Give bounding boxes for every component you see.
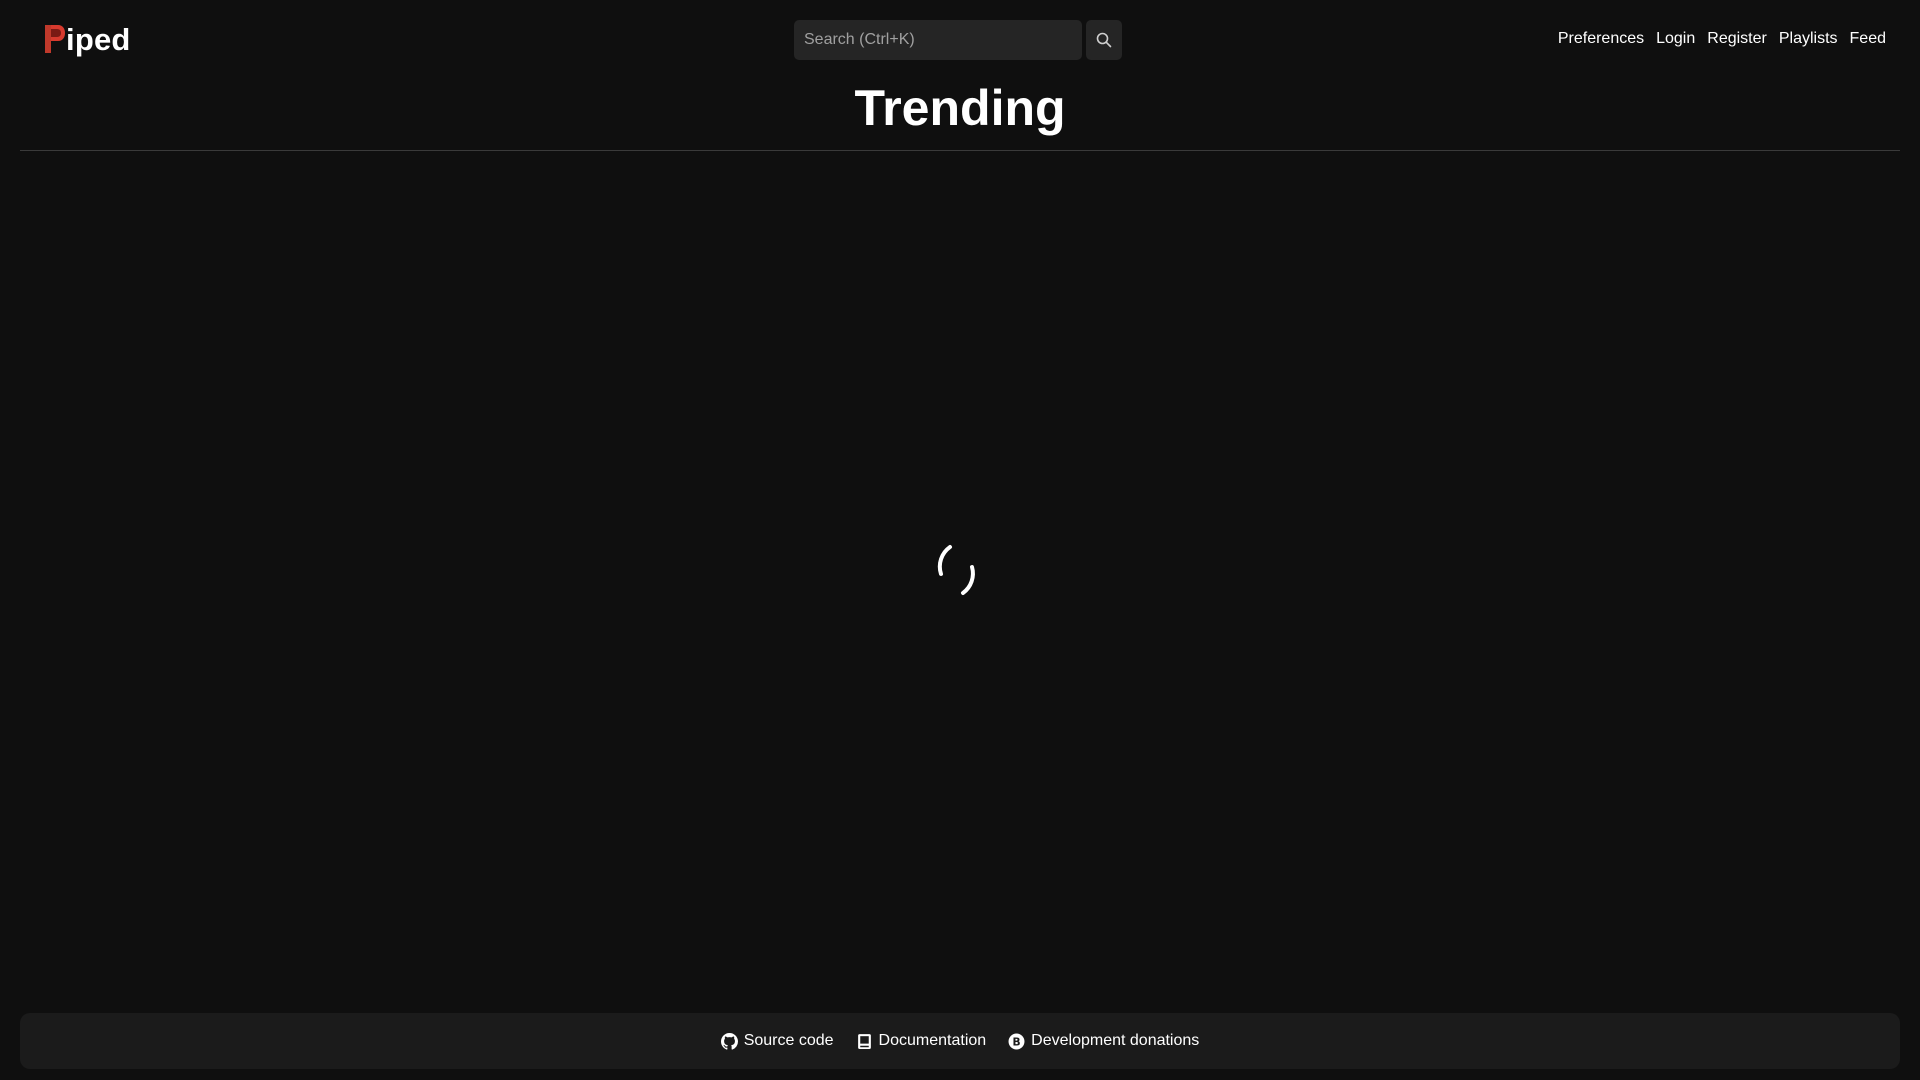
search-bar <box>794 20 1122 60</box>
nav-preferences[interactable]: Preferences <box>1558 28 1644 50</box>
nav-login[interactable]: Login <box>1656 28 1695 50</box>
search-icon <box>1096 32 1112 48</box>
github-icon <box>720 1032 738 1050</box>
nav-feed[interactable]: Feed <box>1850 28 1886 50</box>
nav-playlists[interactable]: Playlists <box>1779 28 1838 50</box>
header-nav: Preferences Login Register Playlists Fee… <box>1558 28 1886 50</box>
piped-logo[interactable]: iped <box>44 18 131 60</box>
app-root: iped Preferences Login Register Playlist… <box>0 0 1920 1080</box>
footer-documentation-label: Documentation <box>878 1032 987 1049</box>
book-icon <box>856 1033 873 1050</box>
footer-documentation-link[interactable]: Documentation <box>856 1032 987 1050</box>
search-input[interactable] <box>794 20 1082 60</box>
footer-bar: Source code Documentation B Development … <box>20 1013 1900 1069</box>
loading-spinner-icon <box>937 545 975 595</box>
piped-logo-icon <box>45 25 65 53</box>
nav-register[interactable]: Register <box>1707 28 1767 50</box>
loading-spinner <box>930 540 990 600</box>
title-divider <box>20 150 1900 151</box>
footer-donations-label: Development donations <box>1031 1032 1200 1049</box>
svg-text:B: B <box>1013 1035 1021 1048</box>
footer-donations-link[interactable]: B Development donations <box>1008 1032 1199 1050</box>
search-button[interactable] <box>1086 20 1122 60</box>
page-title: Trending <box>854 80 1066 136</box>
footer-source-code-link[interactable]: Source code <box>720 1032 834 1050</box>
bitcoin-icon: B <box>1008 1033 1025 1050</box>
top-navbar: iped Preferences Login Register Playlist… <box>0 0 1920 80</box>
footer-source-code-label: Source code <box>743 1032 834 1049</box>
logo-text: iped <box>66 21 131 57</box>
